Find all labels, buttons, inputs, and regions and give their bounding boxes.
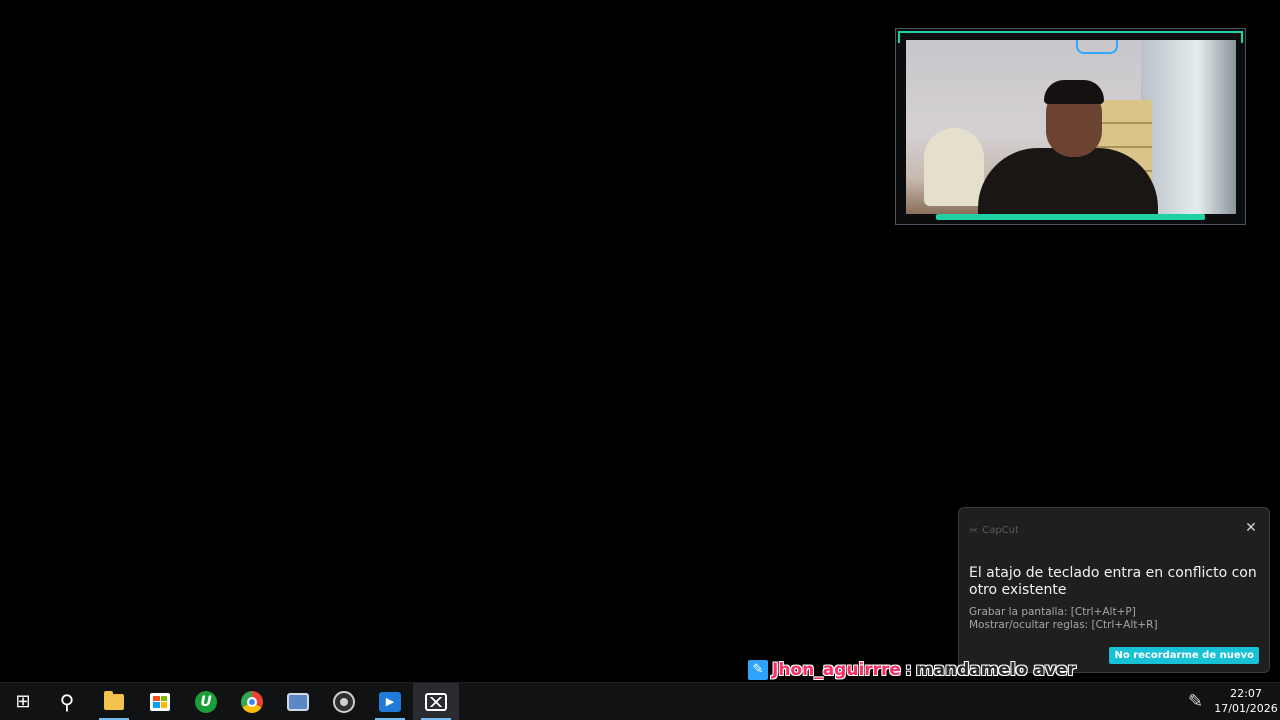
dont-remind-again-button[interactable]: No recordarme de nuevo	[1109, 647, 1259, 664]
taskbar-microsoft-store[interactable]	[137, 683, 183, 720]
taskbar-media-player[interactable]: ▶	[367, 683, 413, 720]
capcut-logo-icon: ✂	[969, 524, 979, 537]
taskbar-chrome[interactable]	[229, 683, 275, 720]
chat-badge-icon: ✎	[748, 660, 768, 680]
media-player-icon: ▶	[379, 691, 401, 712]
search-icon: ⚲	[59, 689, 75, 714]
webcam-frame-bottom	[936, 214, 1205, 220]
desktop: ✂ CapCut ✕ El atajo de teclado entra en …	[0, 0, 1280, 720]
toast-app-header: ✂ CapCut	[969, 524, 1019, 537]
taskbar-capcut[interactable]	[413, 683, 459, 720]
chat-text: mandamelo aver	[915, 660, 1076, 680]
microsoft-store-icon	[150, 692, 170, 711]
clock-date: 17/01/2026	[1214, 702, 1278, 715]
search-button[interactable]: ⚲	[44, 683, 90, 720]
obs-icon	[333, 690, 355, 713]
taskbar-clock[interactable]: 22:07 17/01/2026	[1212, 686, 1280, 716]
taskbar-file-explorer[interactable]	[91, 683, 137, 720]
chat-message: ✎ Jhon_aguirrre : mandamelo aver	[748, 659, 1076, 681]
webcam-person-hair	[1044, 80, 1104, 104]
capcut-icon	[425, 692, 447, 711]
taskbar-app-window[interactable]	[275, 683, 321, 720]
close-icon[interactable]: ✕	[1243, 520, 1259, 536]
capcut-notification: ✂ CapCut ✕ El atajo de teclado entra en …	[958, 507, 1270, 673]
webcam-background-chair	[924, 128, 984, 206]
file-explorer-icon	[104, 690, 124, 710]
chat-separator: :	[904, 660, 912, 680]
toast-title: El atajo de teclado entra en conflicto c…	[969, 565, 1257, 598]
start-icon: ⊞	[15, 690, 31, 712]
taskbar: ⊞ ⚲ U ▶ ✎ 22:07 17/01/2026	[0, 682, 1280, 720]
start-button[interactable]: ⊞	[0, 683, 46, 720]
webcam-overlay	[895, 28, 1246, 225]
toast-shortcut-line-record: Grabar la pantalla: [Ctrl+Alt+P]	[969, 606, 1136, 618]
taskbar-u-app[interactable]: U	[183, 683, 229, 720]
chrome-icon	[241, 690, 263, 713]
taskbar-obs[interactable]	[321, 683, 367, 720]
app-window-icon	[287, 692, 309, 711]
pen-icon[interactable]: ✎	[1188, 691, 1203, 712]
toast-shortcut-line-rulers: Mostrar/ocultar reglas: [Ctrl+Alt+R]	[969, 619, 1158, 631]
toast-app-name: CapCut	[982, 525, 1019, 536]
chat-username: Jhon_aguirrre	[772, 660, 901, 680]
clock-time: 22:07	[1230, 687, 1262, 700]
webcam-background-wall	[1141, 40, 1236, 214]
webcam-video	[906, 40, 1236, 214]
u-app-icon: U	[195, 690, 217, 713]
webcam-person-body	[978, 148, 1158, 214]
webcam-neon-sign	[1076, 40, 1118, 54]
